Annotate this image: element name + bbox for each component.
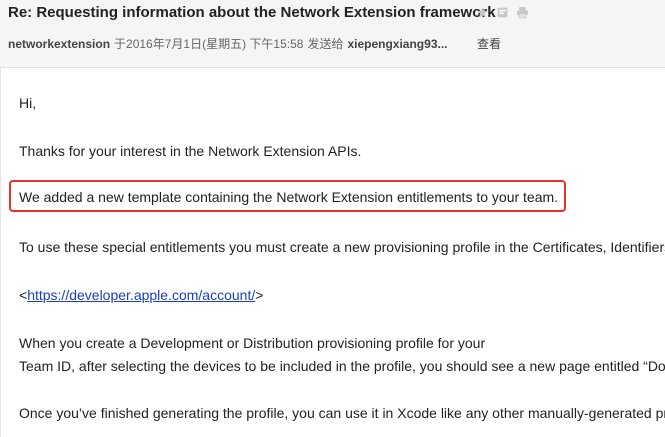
message-header: Re: Requesting information about the Net…	[0, 0, 665, 68]
instructions-text: To use these special entitlements you mu…	[19, 239, 665, 255]
link-close-bracket: >	[255, 287, 264, 303]
link-open-bracket: <	[19, 287, 28, 303]
message-meta: networkextension 于2016年7月1日(星期五) 下午15:58 发…	[8, 35, 448, 52]
greeting-text: Hi,	[19, 95, 37, 111]
thanks-text: Thanks for your interest in the Network …	[19, 143, 362, 159]
view-details-link[interactable]: 查看	[477, 35, 501, 52]
create-profile-text-1: When you create a Development or Distrib…	[19, 335, 486, 351]
create-profile-text-2: Team ID, after selecting the devices to …	[19, 358, 665, 374]
print-icon[interactable]	[515, 5, 529, 19]
message-subject: Re: Requesting information about the Net…	[8, 4, 496, 21]
finished-text: Once you’ve finished generating the prof…	[19, 405, 665, 421]
highlight-text: We added a new template containing the N…	[19, 189, 559, 205]
star-icon[interactable]	[475, 5, 489, 19]
recipient-name[interactable]: xiepengxiang93...	[347, 37, 447, 51]
account-link-line: <https://developer.apple.com/account/>	[19, 287, 263, 304]
sent-to-label: 发送给	[307, 37, 344, 51]
message-date: 于2016年7月1日(星期五) 下午15:58	[114, 37, 304, 51]
developer-account-link[interactable]: https://developer.apple.com/account/	[27, 287, 255, 303]
message-body: Hi, Thanks for your interest in the Netw…	[0, 68, 665, 437]
sender-name[interactable]: networkextension	[8, 37, 110, 51]
archive-icon[interactable]	[495, 5, 509, 19]
